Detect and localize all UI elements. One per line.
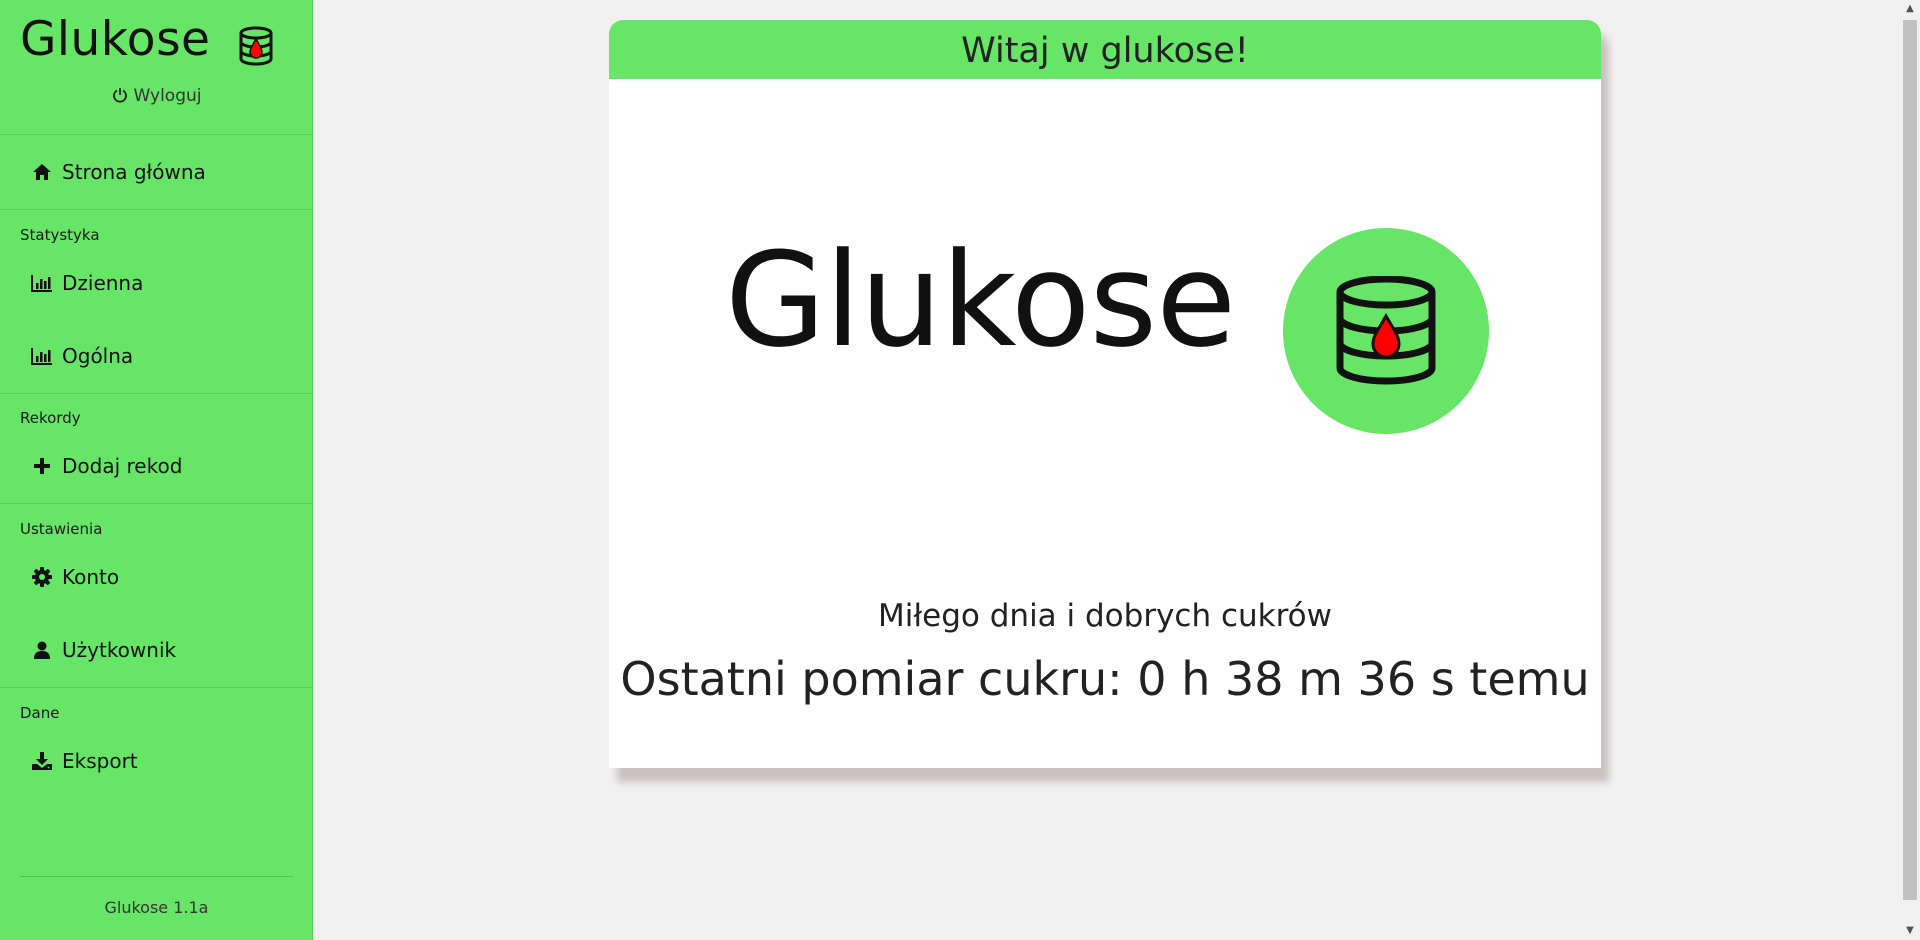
logout-label: Wyloguj — [133, 86, 202, 106]
section-label-settings: Ustawienia — [20, 520, 103, 538]
card-header: Witaj w glukose! — [609, 20, 1601, 79]
nav-account[interactable]: Konto — [30, 560, 119, 594]
section-label-stats: Statystyka — [20, 226, 100, 244]
scroll-down-icon[interactable]: ▼ — [1900, 922, 1920, 940]
vertical-scrollbar[interactable]: ▲ ▼ — [1900, 0, 1920, 940]
nav-daily-stats[interactable]: Dzienna — [30, 266, 143, 300]
nav-daily-label: Dzienna — [62, 271, 144, 295]
section-label-records: Rekordy — [20, 409, 81, 427]
nav-general-label: Ogólna — [62, 344, 134, 368]
home-icon — [30, 161, 54, 183]
nav-export-label: Eksport — [62, 749, 138, 773]
divider — [0, 503, 313, 504]
nav-general-stats[interactable]: Ogólna — [30, 339, 133, 373]
nav-add-record[interactable]: Dodaj rekod — [30, 449, 182, 483]
nav-home[interactable]: Strona główna — [30, 155, 206, 189]
divider — [0, 209, 313, 210]
scroll-thumb[interactable] — [1903, 20, 1917, 900]
database-drop-icon — [239, 26, 273, 66]
divider — [0, 687, 313, 688]
divider — [0, 134, 313, 135]
gear-icon — [30, 566, 54, 588]
last-measure-text: Ostatni pomiar cukru: 0 h 38 m 36 s temu — [620, 652, 1590, 706]
download-icon — [30, 750, 54, 772]
bar-chart-icon — [30, 272, 54, 294]
scroll-up-icon[interactable]: ▲ — [1900, 0, 1920, 18]
nav-account-label: Konto — [62, 565, 120, 589]
bar-chart-icon — [30, 345, 54, 367]
sidebar: Glukose Wyloguj Strona główna Statystyka… — [0, 0, 313, 940]
welcome-card: Witaj w glukose! Glukose Miłego dnia i d… — [609, 20, 1601, 768]
brand-title[interactable]: Glukose — [20, 12, 210, 67]
nav-home-label: Strona główna — [62, 160, 206, 184]
nav-user-label: Użytkownik — [62, 638, 177, 662]
version-label: Glukose 1.1a — [104, 898, 209, 917]
greeting-text: Miłego dnia i dobrych cukrów — [878, 598, 1332, 634]
plus-icon — [30, 455, 54, 477]
logo-badge — [1283, 228, 1489, 434]
logo-wordmark: Glukose — [725, 224, 1236, 376]
nav-add-record-label: Dodaj rekod — [62, 454, 183, 478]
nav-user[interactable]: Użytkownik — [30, 633, 176, 667]
nav-export[interactable]: Eksport — [30, 744, 138, 778]
divider — [0, 393, 313, 394]
power-icon — [112, 88, 127, 103]
database-drop-icon — [1336, 276, 1436, 385]
logout-link[interactable]: Wyloguj — [0, 86, 313, 106]
user-icon — [30, 639, 54, 661]
footer-divider — [20, 876, 293, 877]
section-label-data: Dane — [20, 704, 60, 722]
